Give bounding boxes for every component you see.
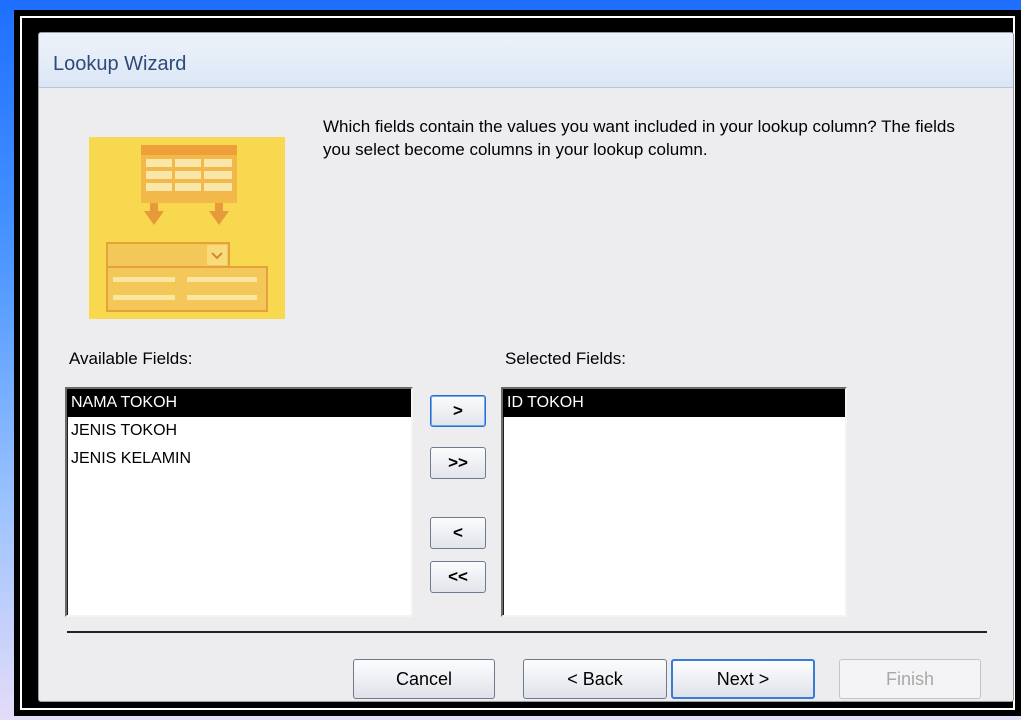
screenshot-frame: Lookup Wizard Which fields contain the v… [14,10,1021,716]
available-fields-label: Available Fields: [69,349,193,368]
available-field-item[interactable]: JENIS KELAMIN [67,445,411,473]
footer-separator [67,631,987,633]
selected-field-item[interactable]: ID TOKOH [503,389,845,417]
available-field-item[interactable]: JENIS TOKOH [67,417,411,445]
remove-one-field-button[interactable]: < [430,517,486,549]
lookup-wizard-illustration-icon [89,137,285,319]
selected-fields-label: Selected Fields: [505,349,626,368]
remove-all-fields-button[interactable]: << [430,561,486,593]
illustration-graphic [89,137,285,319]
title-bar: Lookup Wizard [39,33,1013,88]
lookup-wizard-dialog: Lookup Wizard Which fields contain the v… [38,32,1014,702]
dialog-title: Lookup Wizard [53,53,187,75]
cancel-button[interactable]: Cancel [353,659,495,699]
available-fields-list[interactable]: NAMA TOKOH JENIS TOKOH JENIS KELAMIN [65,387,413,617]
back-button[interactable]: < Back [523,659,667,699]
selected-fields-list[interactable]: ID TOKOH [501,387,847,617]
add-one-field-button[interactable]: > [430,395,486,427]
finish-button: Finish [839,659,981,699]
wizard-question: Which fields contain the values you want… [323,117,955,159]
next-button[interactable]: Next > [671,659,815,699]
available-field-item[interactable]: NAMA TOKOH [67,389,411,417]
add-all-fields-button[interactable]: >> [430,447,486,479]
frame-border: Lookup Wizard Which fields contain the v… [20,16,1015,710]
